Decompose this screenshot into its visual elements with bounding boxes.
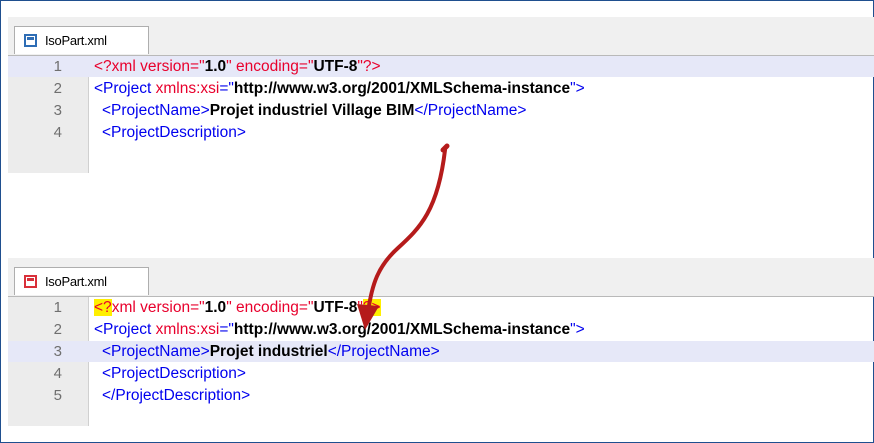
line-number: 1 (53, 58, 62, 75)
line-number: 4 (53, 124, 62, 141)
tab-bar: IsoPart.xml (8, 17, 874, 56)
modified-file-icon (24, 275, 37, 288)
code-line-3[interactable]: 3 <ProjectName>Projet industriel Village… (8, 100, 874, 121)
saved-file-icon (24, 34, 37, 47)
tab-label: IsoPart.xml (45, 33, 107, 48)
code-line-2[interactable]: 2 <Project xmlns:xsi="http://www.w3.org/… (8, 319, 874, 340)
editor-before: IsoPart.xml 1 <?xml version="1.0" encodi… (8, 17, 874, 173)
matched-bracket-start: <? (94, 298, 112, 316)
code-line-5[interactable]: 5 </ProjectDescription> (8, 385, 874, 406)
code-line-3[interactable]: 3 <ProjectName>Projet industriel</Projec… (8, 341, 874, 362)
code-line-1[interactable]: 1 <?xml version="1.0" encoding="UTF-8"?> (8, 56, 874, 77)
code-line-1[interactable]: 1 <?xml version="1.0" encoding="UTF-8"?> (8, 297, 874, 318)
line-number: 2 (53, 80, 62, 97)
matched-bracket-end: ?> (362, 298, 381, 316)
code-line-2[interactable]: 2 <Project xmlns:xsi="http://www.w3.org/… (8, 78, 874, 99)
line-number: 5 (53, 387, 62, 404)
code-editor[interactable]: 1 <?xml version="1.0" encoding="UTF-8"?>… (8, 297, 874, 426)
line-number: 2 (53, 321, 62, 338)
line-number: 1 (53, 299, 62, 316)
editor-after: IsoPart.xml 1 <?xml version="1.0" encodi… (8, 258, 874, 426)
code-editor[interactable]: 1 <?xml version="1.0" encoding="UTF-8"?>… (8, 56, 874, 173)
code-line-4[interactable]: 4 <ProjectDescription> (8, 122, 874, 143)
tab-isopart-xml[interactable]: IsoPart.xml (14, 267, 149, 295)
line-number: 3 (53, 343, 62, 360)
tab-isopart-xml[interactable]: IsoPart.xml (14, 26, 149, 54)
tab-label: IsoPart.xml (45, 274, 107, 289)
tab-bar: IsoPart.xml (8, 258, 874, 297)
code-line-4[interactable]: 4 <ProjectDescription> (8, 363, 874, 384)
line-number: 4 (53, 365, 62, 382)
line-number: 3 (53, 102, 62, 119)
